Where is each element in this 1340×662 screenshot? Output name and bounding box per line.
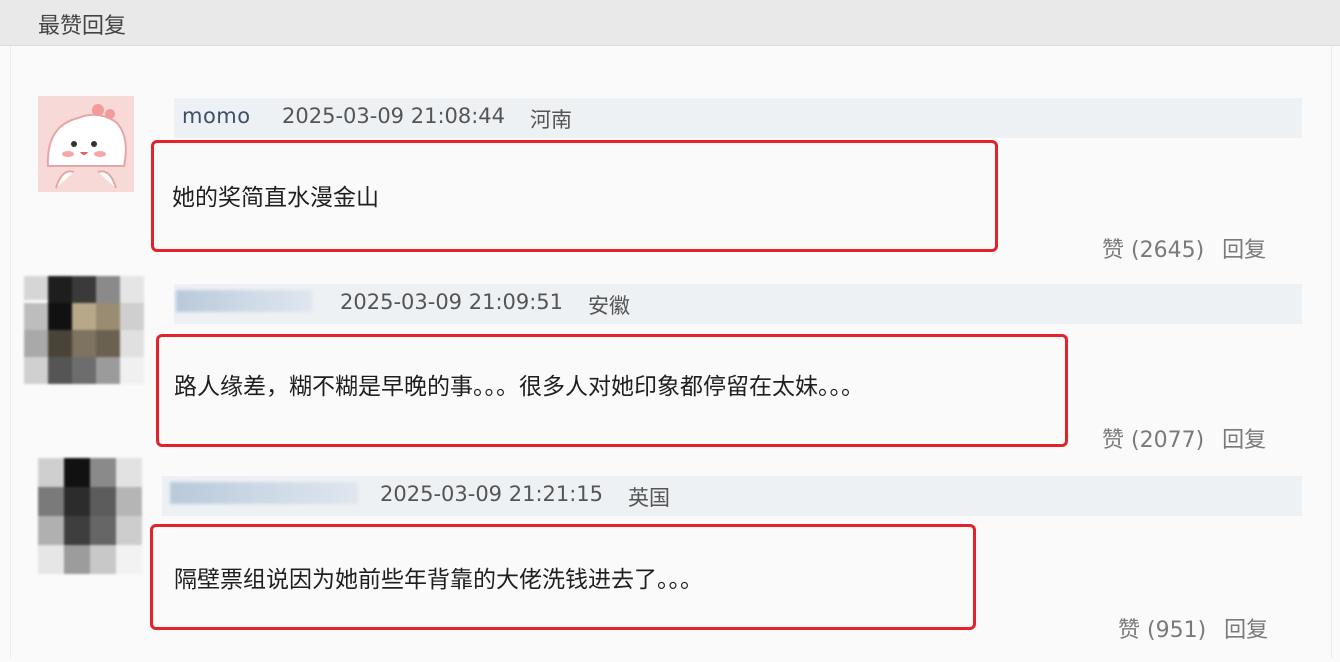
username-link[interactable] — [170, 482, 358, 504]
comment-datetime: 2025-03-09 21:09:51 — [340, 290, 564, 314]
avatar[interactable] — [38, 96, 134, 192]
like-button[interactable]: 赞 (951) — [1118, 618, 1206, 643]
cartoon-avatar-icon — [38, 96, 134, 192]
reply-button[interactable]: 回复 — [1222, 428, 1266, 453]
comment-datetime: 2025-03-09 21:08:44 — [282, 104, 506, 128]
section-header: 最赞回复 — [0, 0, 1340, 46]
highlight-box — [151, 140, 998, 252]
reply-button[interactable]: 回复 — [1222, 238, 1266, 263]
avatar[interactable] — [38, 458, 142, 576]
comment-actions: 赞 (2645) 回复 — [1102, 232, 1266, 264]
highlight-box — [156, 334, 1068, 447]
reply-button[interactable]: 回复 — [1224, 618, 1268, 643]
comment-actions: 赞 (2077) 回复 — [1102, 422, 1266, 454]
highlight-box — [150, 524, 976, 630]
comment-location: 英国 — [628, 486, 670, 510]
comment-location: 河南 — [530, 108, 572, 132]
section-title: 最赞回复 — [38, 14, 127, 39]
like-button[interactable]: 赞 (2077) — [1102, 428, 1204, 453]
avatar[interactable] — [24, 276, 144, 384]
like-button[interactable]: 赞 (2645) — [1102, 238, 1204, 263]
comment-datetime: 2025-03-09 21:21:15 — [380, 482, 604, 506]
comment-actions: 赞 (951) 回复 — [1118, 612, 1268, 644]
username-link[interactable] — [176, 290, 312, 312]
username-link[interactable]: momo — [182, 104, 251, 128]
comment-location: 安徽 — [588, 294, 630, 318]
pixelated-avatar-icon — [38, 458, 142, 574]
pixelated-avatar-icon — [24, 276, 144, 384]
